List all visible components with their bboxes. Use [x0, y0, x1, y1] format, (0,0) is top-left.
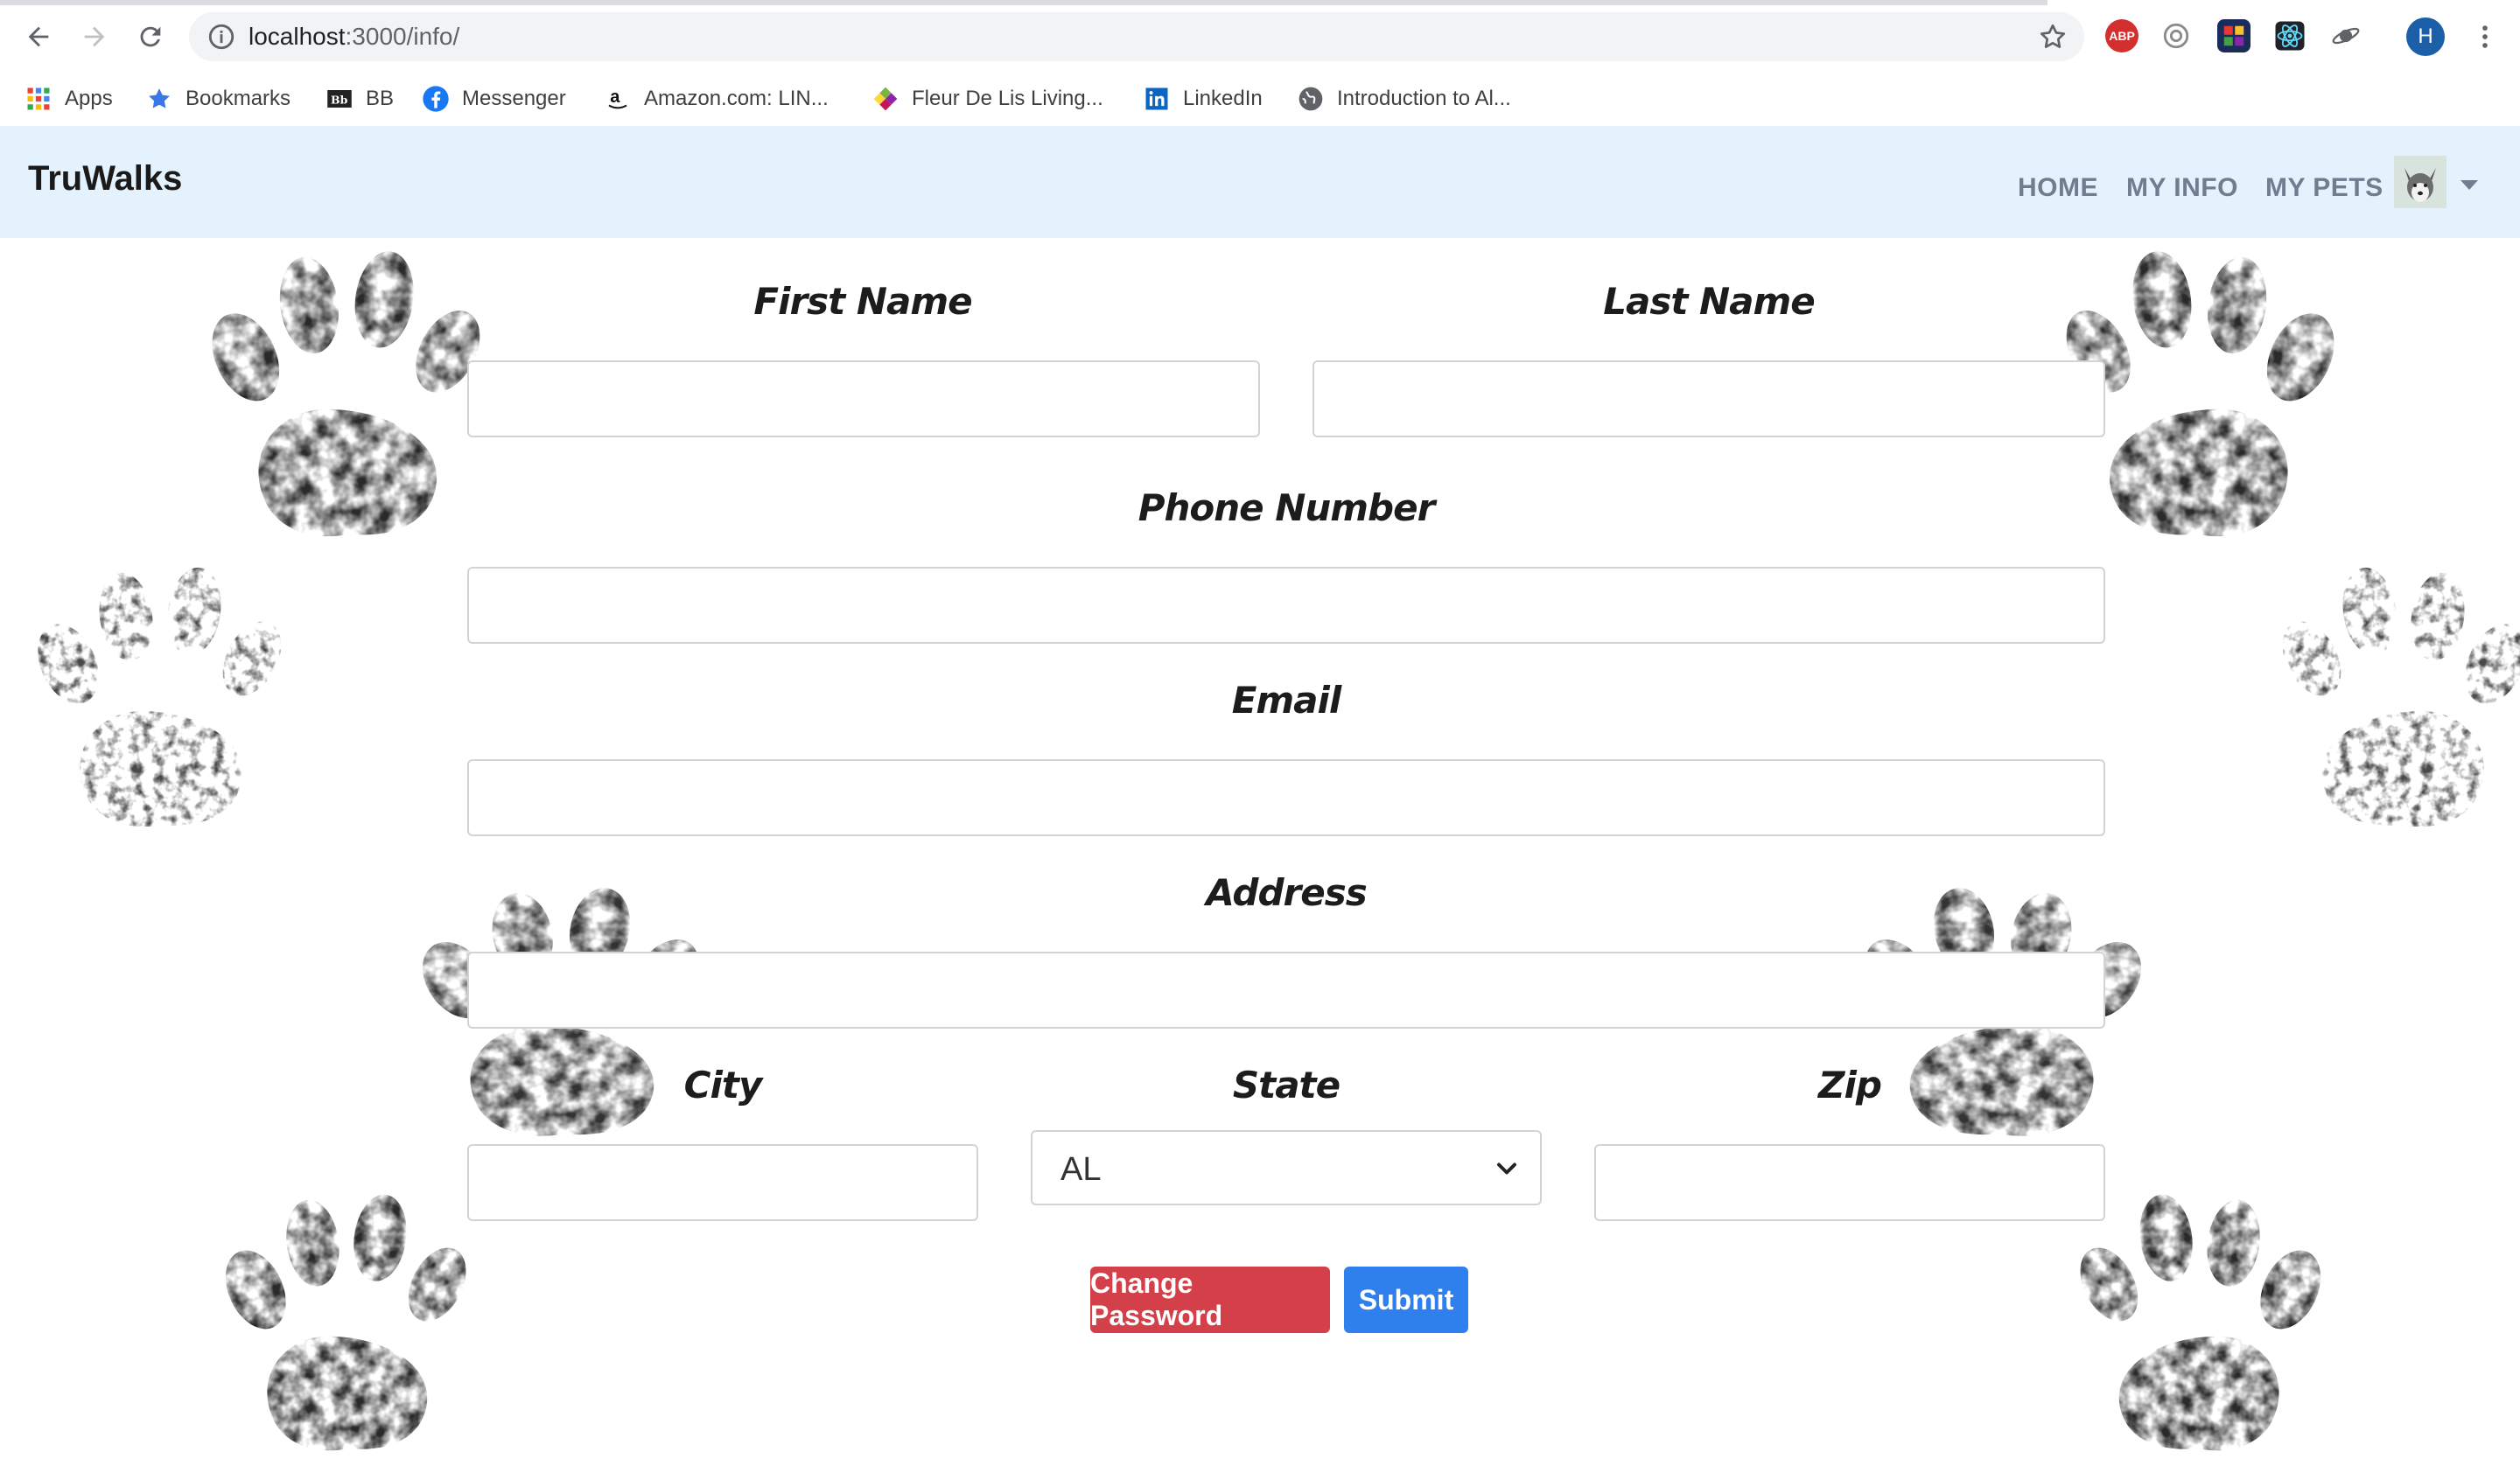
paw-print-decoration — [26, 563, 289, 827]
page-load-progress — [0, 0, 2048, 5]
husky-icon — [2404, 168, 2436, 202]
zip-label: Zip — [1818, 1064, 1882, 1106]
nav-home-link[interactable]: HOME — [2018, 173, 2098, 203]
profile-avatar[interactable]: H — [2406, 17, 2445, 56]
extension-colorful-icon[interactable] — [2217, 19, 2250, 52]
back-button[interactable] — [18, 16, 60, 58]
adblock-plus-icon[interactable]: ABP — [2105, 19, 2138, 52]
bookmark-label: Bookmarks — [186, 87, 291, 110]
pet-avatar[interactable] — [2394, 156, 2446, 208]
bookmark-star-icon[interactable] — [2037, 21, 2068, 52]
browser-menu-icon[interactable] — [2468, 19, 2502, 54]
apps-grid-icon — [24, 85, 52, 113]
amazon-icon: a — [604, 85, 632, 113]
svg-text:Bb: Bb — [331, 94, 348, 107]
bookmark-label: Apps — [65, 87, 113, 110]
address-label: Address — [1206, 871, 1368, 914]
bookmark-intro-ai[interactable]: Introduction to Al... — [1297, 79, 1511, 119]
bookmark-label: Messenger — [462, 87, 566, 110]
nav-my-info-link[interactable]: MY INFO — [2126, 173, 2238, 203]
change-password-button[interactable]: Change Password — [1090, 1267, 1330, 1333]
facebook-icon — [422, 85, 450, 113]
first-name-input[interactable] — [467, 360, 1260, 437]
city-label: City — [683, 1064, 763, 1106]
bookmark-apps[interactable]: Apps — [24, 79, 113, 119]
bookmark-linkedin[interactable]: LinkedIn — [1143, 79, 1263, 119]
city-input[interactable] — [467, 1144, 978, 1221]
svg-text:a: a — [610, 87, 620, 107]
submit-button[interactable]: Submit — [1344, 1267, 1468, 1333]
star-icon — [145, 85, 173, 113]
paw-print-decoration — [214, 1190, 478, 1451]
chevron-down-icon — [1497, 1162, 1516, 1175]
bookmark-label: Introduction to Al... — [1337, 87, 1511, 110]
email-label: Email — [1231, 679, 1342, 722]
extension-gray-icon[interactable] — [2160, 19, 2193, 52]
bookmark-fleur[interactable]: Fleur De Lis Living... — [872, 79, 1103, 119]
paw-print-decoration — [2275, 563, 2520, 827]
bookmark-label: BB — [366, 87, 395, 110]
last-name-input[interactable] — [1312, 360, 2105, 437]
email-input[interactable] — [467, 759, 2105, 836]
forward-arrow-icon — [84, 26, 105, 47]
address-input[interactable] — [467, 952, 2105, 1029]
phone-number-label: Phone Number — [1138, 486, 1436, 529]
state-selected-value: AL — [1060, 1151, 1102, 1188]
browser-toolbar: localhost:3000/info/ ABP H — [0, 0, 2520, 73]
react-devtools-icon[interactable] — [2273, 19, 2306, 52]
bookmark-bb[interactable]: Bb BB — [326, 79, 394, 119]
bookmark-bookmarks[interactable]: Bookmarks — [145, 79, 290, 119]
paw-print-decoration — [2068, 1190, 2333, 1451]
reload-button[interactable] — [130, 16, 172, 58]
state-select[interactable]: AL — [1031, 1130, 1542, 1205]
back-arrow-icon — [28, 26, 49, 47]
bookmark-amazon[interactable]: a Amazon.com: LIN... — [604, 79, 829, 119]
bookmark-label: Fleur De Lis Living... — [912, 87, 1103, 110]
url-text: localhost:3000/info/ — [248, 23, 459, 51]
zip-input[interactable] — [1594, 1144, 2105, 1221]
last-name-label: Last Name — [1603, 280, 1816, 323]
paw-print-decoration — [200, 247, 488, 537]
extension-planet-icon[interactable] — [2329, 19, 2362, 52]
url-host: localhost — [248, 23, 346, 50]
fleur-icon — [872, 85, 900, 113]
brand-logo-text[interactable]: TruWalks — [28, 159, 182, 199]
reload-icon — [140, 26, 161, 47]
address-bar[interactable]: localhost:3000/info/ — [189, 12, 2084, 61]
linkedin-icon — [1143, 85, 1171, 113]
globe-icon — [1297, 85, 1325, 113]
state-label: State — [1232, 1064, 1340, 1106]
url-path: :3000/info/ — [345, 23, 460, 50]
nav-my-pets-link[interactable]: MY PETS — [2265, 173, 2384, 203]
bookmarks-bar: Apps Bookmarks Bb BB Messenger a Amazon.… — [0, 73, 2520, 128]
app-navbar: TruWalks HOME MY INFO MY PETS — [0, 126, 2520, 238]
blackboard-icon: Bb — [326, 85, 354, 113]
bookmark-messenger[interactable]: Messenger — [422, 79, 566, 119]
pets-dropdown-caret-icon[interactable] — [2460, 180, 2478, 190]
bookmark-label: Amazon.com: LIN... — [644, 87, 829, 110]
first-name-label: First Name — [753, 280, 972, 323]
forward-button[interactable] — [74, 16, 116, 58]
bookmark-label: LinkedIn — [1183, 87, 1263, 110]
site-info-icon[interactable] — [206, 22, 236, 52]
phone-number-input[interactable] — [467, 567, 2105, 644]
